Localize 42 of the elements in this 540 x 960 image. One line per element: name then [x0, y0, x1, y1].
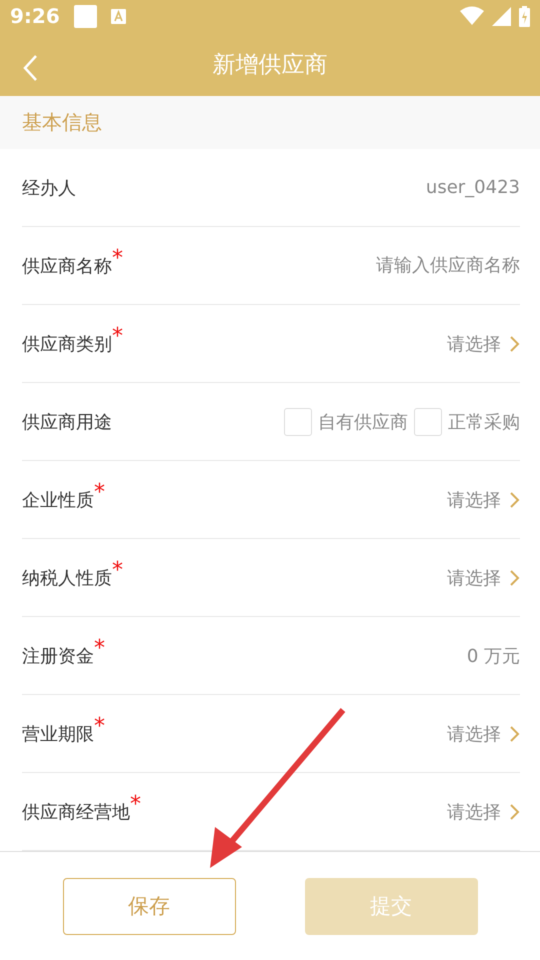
required-mark: * — [94, 482, 105, 504]
notification-icon — [110, 8, 126, 24]
chevron-right-icon — [509, 724, 520, 743]
select-field[interactable]: 请选择 — [447, 722, 520, 746]
chevron-right-icon — [509, 490, 520, 509]
field-label: 供应商类别 — [22, 332, 112, 356]
field-label: 企业性质 — [22, 488, 94, 512]
required-mark: * — [112, 326, 123, 348]
field-value: 0 万元 — [466, 644, 520, 668]
field-label: 注册资金 — [22, 644, 94, 668]
chevron-right-icon — [509, 568, 520, 587]
notification-icon — [74, 4, 97, 28]
field-label: 供应商用途 — [22, 410, 112, 434]
required-mark: * — [94, 716, 105, 738]
checkbox[interactable] — [284, 408, 312, 436]
checkbox-option[interactable]: 正常采购 — [414, 408, 520, 436]
checkbox-option[interactable]: 自有供应商 — [284, 408, 408, 436]
select-field[interactable]: 请选择 — [447, 800, 520, 824]
field-value: user_0423 — [426, 177, 520, 198]
chevron-right-icon — [509, 802, 520, 821]
select-field[interactable]: 请选择 — [447, 488, 520, 512]
required-mark: * — [130, 794, 141, 816]
required-mark: * — [112, 560, 123, 582]
chevron-right-icon — [509, 334, 520, 353]
field-label: 营业期限 — [22, 722, 94, 746]
input-field[interactable]: 请输入供应商名称 — [260, 255, 520, 276]
status-time: 9:26 — [10, 4, 60, 28]
signal-icon — [492, 6, 511, 26]
required-mark: * — [94, 638, 105, 660]
select-field[interactable]: 请选择 — [447, 332, 520, 356]
select-field[interactable]: 请选择 — [447, 566, 520, 590]
checkbox[interactable] — [414, 408, 442, 436]
battery-icon — [519, 6, 530, 27]
field-label: 供应商经营地 — [22, 800, 130, 824]
field-label: 供应商名称 — [22, 254, 112, 278]
page-title: 新增供应商 — [212, 50, 328, 80]
field-label: 纳税人性质 — [22, 566, 112, 590]
required-mark: * — [112, 248, 123, 270]
section-title: 基本信息 — [22, 109, 102, 136]
save-button[interactable]: 保存 — [62, 878, 236, 935]
wifi-icon — [460, 6, 484, 26]
field-label: 经办人 — [22, 176, 76, 200]
